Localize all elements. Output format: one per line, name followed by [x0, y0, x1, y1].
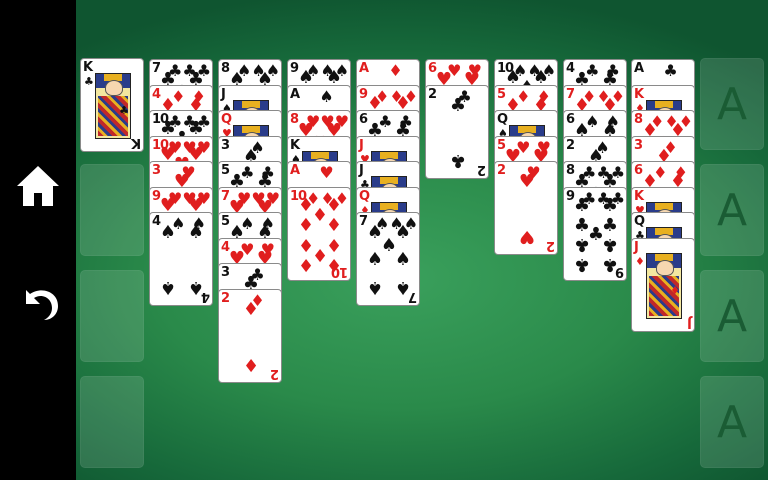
undo-button[interactable] — [14, 278, 62, 326]
spades-icon: ♠ — [187, 222, 205, 243]
card-rank-label: 2 — [477, 162, 486, 177]
clubs-icon: ♣ — [449, 150, 467, 171]
foundation-slot[interactable]: A — [700, 164, 764, 256]
diamonds-icon: ♦ — [670, 284, 680, 297]
foundation-label: A — [716, 396, 748, 448]
card-rank-label: K — [131, 135, 141, 150]
diamonds-icon: ♦ — [635, 255, 645, 268]
clubs-icon: ♣ — [601, 234, 619, 255]
foundation-label: A — [716, 290, 748, 342]
card-rank-label: Q — [497, 112, 508, 127]
spades-icon: ♠ — [366, 249, 384, 270]
spades-icon: ♠ — [159, 222, 177, 243]
freecell-slot[interactable] — [80, 270, 144, 362]
face-card-portrait: ♦ — [646, 253, 682, 319]
hearts-icon: ♥ — [518, 226, 536, 247]
clubs-icon: ♣ — [601, 215, 619, 236]
card-rank-label: 9 — [615, 264, 624, 279]
tableau-card[interactable]: 2 ♦ ♦ ♦ 2 — [218, 289, 282, 383]
card-rank-label: J — [634, 240, 639, 255]
diamonds-icon: ♦ — [297, 254, 315, 275]
clubs-icon: ♣ — [573, 234, 591, 255]
freecell-card[interactable]: K ♣ ♣ K — [80, 58, 144, 152]
card-rank-label: J — [359, 138, 364, 153]
foundation-slot[interactable]: A — [700, 270, 764, 362]
card-rank-label: 10 — [331, 264, 348, 279]
freecell-slot[interactable] — [80, 376, 144, 468]
hearts-icon: ♥ — [518, 171, 536, 192]
card-rank-label: Q — [221, 112, 232, 127]
card-rank-label: 7 — [408, 289, 417, 304]
card-rank-label: K — [290, 138, 300, 153]
foundation-slot[interactable]: A — [700, 376, 764, 468]
spades-icon: ♠ — [366, 277, 384, 298]
home-icon — [17, 166, 59, 206]
tableau-card[interactable]: 10 ♦ ♦ ♦ ♦ ♦ ♦ ♦ ♦ ♦ ♦ ♦ ♦ ♦ 10 — [287, 187, 351, 281]
tableau-card[interactable]: 2 ♣ ♣ ♣ 2 — [425, 85, 489, 179]
diamonds-icon: ♦ — [325, 195, 343, 216]
tableau-card[interactable]: J ♦ ♦ J — [631, 238, 695, 332]
tableau-card[interactable]: 4 ♠ ♠ ♠ ♠ ♠ ♠ 4 — [149, 212, 213, 306]
clubs-icon: ♣ — [573, 195, 591, 216]
diamonds-icon: ♦ — [325, 234, 343, 255]
card-rank-label: 2 — [270, 366, 279, 381]
card-rank-label: K — [634, 189, 644, 204]
foundation-label: A — [716, 78, 748, 130]
foundation-slot[interactable]: A — [700, 58, 764, 150]
card-rank-label: 4 — [201, 289, 210, 304]
sidebar — [0, 0, 76, 480]
tableau-card[interactable]: 7 ♠ ♠ ♠ ♠ ♠ ♠ ♠ ♠ ♠ ♠ 7 — [356, 212, 420, 306]
diamonds-icon: ♦ — [297, 215, 315, 236]
clubs-icon: ♣ — [119, 104, 129, 117]
clubs-icon: ♣ — [573, 254, 591, 275]
card-rank-label: J — [688, 315, 692, 330]
diamonds-icon: ♦ — [242, 354, 260, 375]
card-rank-label: Q — [359, 189, 370, 204]
card-rank-label: K — [634, 87, 644, 102]
tableau-card[interactable]: 9 ♣ ♣ ♣ ♣ ♣ ♣ ♣ ♣ ♣ ♣ ♣ ♣ 9 — [563, 187, 627, 281]
clubs-icon: ♣ — [601, 195, 619, 216]
card-rank-label: J — [359, 163, 364, 178]
card-rank-label: J — [221, 87, 226, 102]
spades-icon: ♠ — [394, 222, 412, 243]
card-rank-label: Q — [634, 214, 645, 229]
freecell-slot[interactable] — [80, 164, 144, 256]
diamonds-icon: ♦ — [242, 299, 260, 320]
card-rank-label: 2 — [546, 238, 555, 253]
tableau-card[interactable]: 2 ♥ ♥ ♥ 2 — [494, 161, 558, 255]
face-card-portrait: ♣ — [95, 73, 131, 139]
spades-icon: ♠ — [159, 277, 177, 298]
clubs-icon: ♣ — [84, 75, 94, 88]
clubs-icon: ♣ — [449, 95, 467, 116]
home-button[interactable] — [14, 162, 62, 210]
foundation-label: A — [716, 184, 748, 236]
spades-icon: ♠ — [394, 249, 412, 270]
undo-icon — [26, 290, 58, 320]
card-rank-label: K — [83, 60, 93, 75]
diamonds-icon: ♦ — [325, 215, 343, 236]
